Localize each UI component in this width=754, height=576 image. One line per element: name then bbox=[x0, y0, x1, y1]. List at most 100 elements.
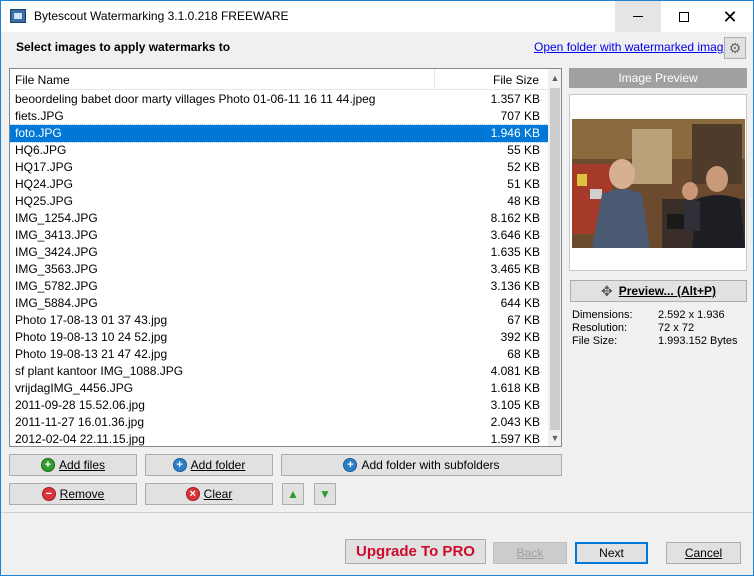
file-size-cell: 48 KB bbox=[507, 194, 540, 208]
file-size-cell: 1.597 KB bbox=[490, 432, 540, 446]
file-size-cell: 2.043 KB bbox=[490, 415, 540, 429]
app-window: Bytescout Watermarking 3.1.0.218 FREEWAR… bbox=[0, 0, 754, 576]
file-size-cell: 392 KB bbox=[500, 330, 540, 344]
plus-icon: + bbox=[40, 458, 55, 472]
plus-icon: + bbox=[172, 458, 187, 472]
back-button[interactable]: Back bbox=[493, 542, 567, 564]
vertical-scrollbar[interactable]: ▲ ▼ bbox=[548, 69, 561, 446]
file-size-cell: 707 KB bbox=[500, 109, 540, 123]
resolution-value: 72 x 72 bbox=[658, 322, 695, 334]
arrow-down-icon: ▼ bbox=[319, 487, 331, 501]
file-name-cell: IMG_5782.JPG bbox=[15, 279, 98, 293]
image-preview-header: Image Preview bbox=[569, 68, 747, 88]
scroll-down-arrow-icon[interactable]: ▼ bbox=[548, 429, 561, 446]
file-row[interactable]: 2011-09-28 15.52.06.jpg 3.105 KB bbox=[10, 397, 548, 414]
file-row[interactable]: foto.JPG 1.946 KB bbox=[10, 124, 549, 143]
file-row[interactable]: vrijdagIMG_4456.JPG 1.618 KB bbox=[10, 380, 548, 397]
file-size-cell: 3.136 KB bbox=[490, 279, 540, 293]
file-row[interactable]: Photo 19-08-13 10 24 52.jpg 392 KB bbox=[10, 329, 548, 346]
remove-label: Remove bbox=[59, 487, 105, 501]
folder-plus-icon: + bbox=[343, 458, 358, 472]
add-files-button[interactable]: + Add files bbox=[9, 454, 137, 476]
file-name-cell: 2012-02-04 22.11.15.jpg bbox=[15, 432, 145, 446]
title-bar[interactable]: Bytescout Watermarking 3.1.0.218 FREEWAR… bbox=[1, 1, 753, 32]
file-size-cell: 55 KB bbox=[507, 143, 540, 157]
file-row[interactable]: IMG_3563.JPG 3.465 KB bbox=[10, 261, 548, 278]
scroll-thumb[interactable] bbox=[550, 88, 560, 430]
file-name-cell: beoordeling babet door marty villages Ph… bbox=[15, 92, 376, 106]
open-folder-link[interactable]: Open folder with watermarked images bbox=[534, 40, 736, 54]
next-label: Next bbox=[599, 546, 624, 560]
file-row[interactable]: fiets.JPG 707 KB bbox=[10, 108, 548, 125]
file-row[interactable]: Photo 17-08-13 01 37 43.jpg 67 KB bbox=[10, 312, 548, 329]
file-name-cell: IMG_3563.JPG bbox=[15, 262, 98, 276]
remove-button[interactable]: − Remove bbox=[9, 483, 137, 505]
file-name-cell: IMG_1254.JPG bbox=[15, 211, 98, 225]
file-size-cell: 3.465 KB bbox=[490, 262, 540, 276]
file-name-cell: HQ17.JPG bbox=[15, 160, 74, 174]
file-row[interactable]: HQ25.JPG 48 KB bbox=[10, 193, 548, 210]
app-icon bbox=[10, 9, 26, 23]
file-size-cell: 1.946 KB bbox=[490, 126, 540, 140]
column-header-file-name[interactable]: File Name bbox=[15, 73, 70, 87]
file-size-cell: 644 KB bbox=[500, 296, 540, 310]
column-divider[interactable] bbox=[434, 69, 435, 90]
file-row[interactable]: IMG_5884.JPG 644 KB bbox=[10, 295, 548, 312]
file-row[interactable]: 2012-02-04 22.11.15.jpg 1.597 KB bbox=[10, 431, 548, 446]
image-preview-thumbnail bbox=[572, 119, 745, 248]
maximize-button[interactable] bbox=[661, 1, 707, 32]
add-folder-sub-label: Add folder with subfolders bbox=[361, 458, 500, 472]
minimize-icon bbox=[633, 16, 643, 17]
clear-label: Clear bbox=[203, 487, 233, 501]
file-row[interactable]: HQ17.JPG 52 KB bbox=[10, 159, 548, 176]
file-name-cell: IMG_3413.JPG bbox=[15, 228, 98, 242]
upgrade-to-pro-button[interactable]: Upgrade To PRO bbox=[345, 539, 486, 564]
file-name-cell: Photo 19-08-13 21 47 42.jpg bbox=[15, 347, 168, 361]
column-header-file-size[interactable]: File Size bbox=[493, 73, 539, 87]
file-name-cell: HQ25.JPG bbox=[15, 194, 74, 208]
file-name-cell: 2011-11-27 16.01.36.jpg bbox=[15, 415, 144, 429]
arrow-up-icon: ▲ bbox=[287, 487, 299, 501]
file-row[interactable]: IMG_5782.JPG 3.136 KB bbox=[10, 278, 548, 295]
settings-button[interactable]: ⚙ bbox=[724, 37, 746, 59]
next-button[interactable]: Next bbox=[575, 542, 648, 564]
file-row[interactable]: IMG_3424.JPG 1.635 KB bbox=[10, 244, 548, 261]
maximize-icon bbox=[679, 11, 689, 22]
file-size-cell: 51 KB bbox=[507, 177, 540, 191]
file-name-cell: fiets.JPG bbox=[15, 109, 64, 123]
image-preview-panel bbox=[569, 94, 747, 271]
file-size-cell: 52 KB bbox=[507, 160, 540, 174]
file-row[interactable]: sf plant kantoor IMG_1088.JPG 4.081 KB bbox=[10, 363, 548, 380]
dimensions-label: Dimensions: bbox=[572, 309, 633, 321]
file-name-cell: Photo 19-08-13 10 24 52.jpg bbox=[15, 330, 168, 344]
add-folder-button[interactable]: + Add folder bbox=[145, 454, 273, 476]
clear-button[interactable]: × Clear bbox=[145, 483, 273, 505]
file-row[interactable]: IMG_1254.JPG 8.162 KB bbox=[10, 210, 548, 227]
minimize-button[interactable] bbox=[615, 1, 661, 32]
cancel-button[interactable]: Cancel bbox=[666, 542, 741, 564]
add-folder-with-subfolders-button[interactable]: + Add folder with subfolders bbox=[281, 454, 562, 476]
file-name-cell: IMG_5884.JPG bbox=[15, 296, 98, 310]
move-up-button[interactable]: ▲ bbox=[282, 483, 304, 505]
add-folder-label: Add folder bbox=[190, 458, 246, 472]
file-list[interactable]: File Name File Size beoordeling babet do… bbox=[9, 68, 562, 447]
file-size-cell: 3.646 KB bbox=[490, 228, 540, 242]
file-size-label: File Size: bbox=[572, 335, 618, 347]
move-down-button[interactable]: ▼ bbox=[314, 483, 336, 505]
file-row[interactable]: HQ24.JPG 51 KB bbox=[10, 176, 548, 193]
dimensions-value: 2.592 x 1.936 bbox=[658, 309, 725, 321]
file-row[interactable]: IMG_3413.JPG 3.646 KB bbox=[10, 227, 548, 244]
file-size-value: 1.993.152 Bytes bbox=[658, 335, 738, 347]
file-row[interactable]: HQ6.JPG 55 KB bbox=[10, 142, 548, 159]
file-row[interactable]: beoordeling babet door marty villages Ph… bbox=[10, 91, 548, 108]
file-row[interactable]: Photo 19-08-13 21 47 42.jpg 68 KB bbox=[10, 346, 548, 363]
gear-icon: ⚙ bbox=[728, 39, 742, 56]
close-button[interactable]: ✕ bbox=[707, 1, 753, 32]
minus-icon: − bbox=[41, 487, 56, 501]
file-size-cell: 8.162 KB bbox=[490, 211, 540, 225]
file-size-cell: 68 KB bbox=[507, 347, 540, 361]
preview-button[interactable]: ✥ Preview... (Alt+P) bbox=[570, 280, 747, 302]
file-row[interactable]: 2011-11-27 16.01.36.jpg 2.043 KB bbox=[10, 414, 548, 431]
scroll-up-arrow-icon[interactable]: ▲ bbox=[548, 69, 561, 86]
file-size-cell: 1.618 KB bbox=[490, 381, 540, 395]
